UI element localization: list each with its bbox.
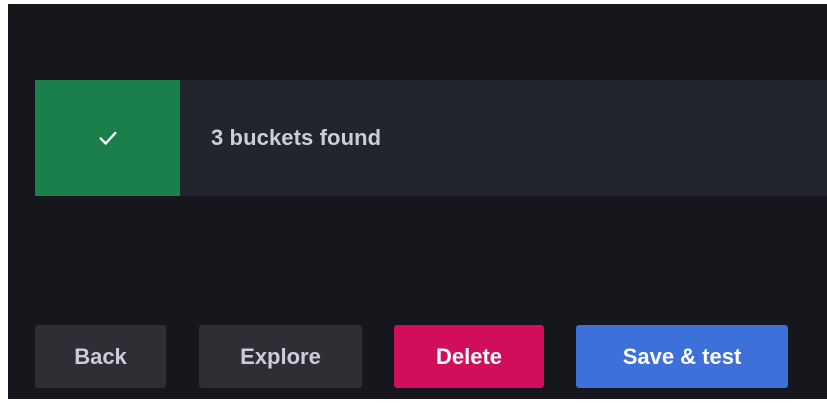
back-button[interactable]: Back: [35, 325, 166, 388]
datasource-settings-panel: 3 buckets found Back Explore Delete Save…: [8, 4, 827, 399]
delete-button[interactable]: Delete: [394, 325, 544, 388]
test-result-alert: 3 buckets found: [35, 80, 827, 196]
save-and-test-button[interactable]: Save & test: [576, 325, 788, 388]
alert-message: 3 buckets found: [211, 125, 382, 150]
explore-button[interactable]: Explore: [199, 325, 362, 388]
check-icon: [98, 131, 117, 145]
alert-status-box: [35, 80, 180, 196]
